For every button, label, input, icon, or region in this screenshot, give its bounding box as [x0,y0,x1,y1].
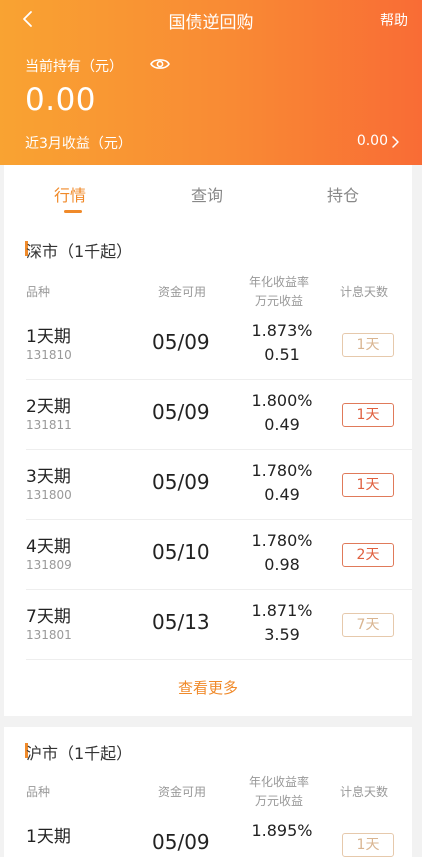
column-per-10k-label: 万元收益 [254,294,303,308]
table-row[interactable]: 2天期 131811 05/09 1.800% 0.49 1天 [26,380,412,450]
view-more-link[interactable]: 查看更多 [4,677,412,698]
per-10k-earnings: 0.49 [264,415,300,434]
column-annual-rate: 年化收益率 万元收益 [244,773,314,811]
shenzhen-section-title: 深市（1千起） [26,242,133,261]
column-annual-rate-label: 年化收益率 [248,775,309,789]
product-code: 131809 [26,558,72,572]
annual-rate: 1.780% [251,461,313,480]
annual-rate: 1.871% [251,601,313,620]
table-row[interactable]: 1天期 131810 05/09 1.873% 0.51 1天 [26,310,412,380]
page-title: 国债逆回购 [168,13,254,33]
product-name: 4天期 [26,537,71,557]
per-10k-earnings: 3.59 [264,625,300,644]
tab-positions[interactable]: 持仓 [327,182,359,206]
column-funds-available: 资金可用 [158,785,207,799]
product-name: 2天期 [26,397,71,417]
interest-days-badge: 2天 [342,543,394,567]
header: 国债逆回购 帮助 当前持有（元） 0.00 近3月收益（元） 0.00 [0,0,422,165]
column-funds-available: 资金可用 [158,285,207,299]
per-10k-earnings: 0.49 [264,485,300,504]
table-row[interactable]: 1天期 05/09 1.895% 1天 [26,810,412,857]
product-code: 131810 [26,348,72,362]
annual-rate: 1.873% [251,321,313,340]
eye-icon[interactable] [150,56,170,72]
current-holding-value: 0.00 [25,82,97,118]
funds-available-date: 05/13 [152,610,210,634]
interest-days-badge: 1天 [342,403,394,427]
table-row[interactable]: 7天期 131801 05/13 1.871% 3.59 7天 [26,590,412,660]
annual-rate: 1.800% [251,391,313,410]
product-code: 131811 [26,418,72,432]
annual-rate: 1.780% [251,531,313,550]
column-annual-rate: 年化收益率 万元收益 [244,273,314,311]
per-10k-earnings: 0.98 [264,555,300,574]
product-name: 1天期 [26,827,71,847]
annual-rate: 1.895% [251,821,313,840]
tab-bar: 行情 查询 持仓 [4,165,412,221]
shanghai-section-title: 沪市（1千起） [26,744,133,763]
interest-days-badge: 7天 [342,613,394,637]
tab-market[interactable]: 行情 [54,182,86,206]
shanghai-card: 沪市（1千起） 品种 资金可用 年化收益率 万元收益 计息天数 1天期 05/0… [4,727,412,857]
chevron-right-icon[interactable] [390,135,400,149]
current-holding-label: 当前持有（元） [25,59,123,75]
table-row[interactable]: 3天期 131800 05/09 1.780% 0.49 1天 [26,450,412,520]
interest-days-badge: 1天 [342,833,394,857]
column-annual-rate-label: 年化收益率 [248,275,309,289]
interest-days-badge: 1天 [342,333,394,357]
per-10k-earnings: 0.51 [264,345,300,364]
funds-available-date: 05/09 [152,400,210,424]
funds-available-date: 05/09 [152,330,210,354]
product-name: 7天期 [26,607,71,627]
tab-query[interactable]: 查询 [191,182,223,206]
interest-days-badge: 1天 [342,473,394,497]
funds-available-date: 05/09 [152,470,210,494]
column-interest-days: 计息天数 [340,285,389,299]
three-month-income-label: 近3月收益（元） [25,136,132,152]
column-interest-days: 计息天数 [340,785,389,799]
help-link[interactable]: 帮助 [380,10,408,30]
column-per-10k-label: 万元收益 [254,794,303,808]
market-card: 行情 查询 持仓 深市（1千起） 品种 资金可用 年化收益率 万元收益 计息天数… [4,165,412,716]
product-name: 3天期 [26,467,71,487]
column-product: 品种 [26,285,51,299]
table-row[interactable]: 4天期 131809 05/10 1.780% 0.98 2天 [26,520,412,590]
page: 国债逆回购 帮助 当前持有（元） 0.00 近3月收益（元） 0.00 行情 查… [0,0,422,857]
column-product: 品种 [26,785,51,799]
product-code: 131800 [26,488,72,502]
funds-available-date: 05/10 [152,540,210,564]
product-name: 1天期 [26,327,71,347]
funds-available-date: 05/09 [152,830,210,854]
three-month-income-value[interactable]: 0.00 [357,133,388,149]
active-tab-indicator [64,210,82,213]
product-code: 131801 [26,628,72,642]
